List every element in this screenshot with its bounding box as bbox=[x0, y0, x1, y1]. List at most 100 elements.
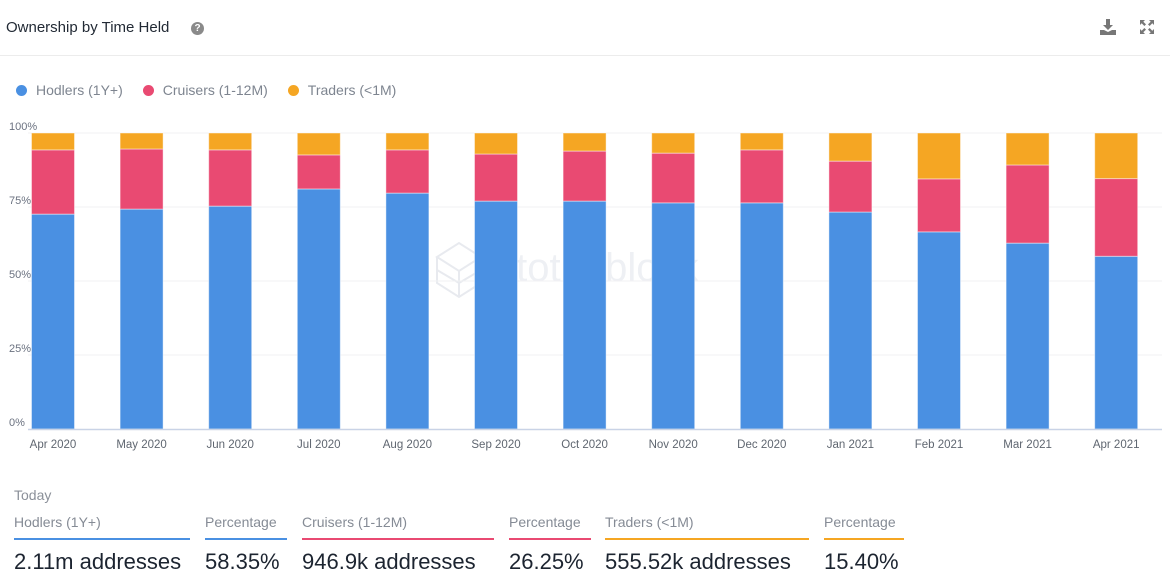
bar-segment-cruisers[interactable] bbox=[1094, 178, 1139, 257]
bar-stack[interactable] bbox=[562, 132, 607, 430]
y-tick-label: 0% bbox=[9, 417, 25, 429]
bar-stack[interactable] bbox=[385, 132, 430, 430]
bar-stack[interactable] bbox=[119, 132, 164, 430]
x-tick-label: May 2020 bbox=[116, 439, 167, 451]
stat-label: Traders (<1M) bbox=[605, 514, 694, 530]
stat-underline bbox=[509, 538, 591, 540]
x-tick-label: Oct 2020 bbox=[561, 439, 608, 451]
x-tick-label: Dec 2020 bbox=[737, 439, 786, 451]
bar-segment-traders[interactable] bbox=[119, 132, 164, 150]
bar-segment-cruisers[interactable] bbox=[31, 149, 75, 215]
legend-item-hodlers[interactable]: Hodlers (1Y+) bbox=[16, 82, 123, 98]
bar-segment-hodlers[interactable] bbox=[1094, 255, 1139, 430]
bar-stack[interactable] bbox=[1005, 132, 1050, 430]
stat-value: 58.35% bbox=[205, 549, 280, 574]
bar-segment-traders[interactable] bbox=[1005, 132, 1050, 166]
bar-stack[interactable] bbox=[1094, 132, 1139, 430]
stacked-bar-chart: intotheblock 0%25%50%75%100%Apr 2020May … bbox=[9, 121, 1162, 451]
widget-header: Ownership by Time Held ? bbox=[0, 0, 1170, 56]
stat-value: 2.11m addresses bbox=[14, 549, 182, 574]
bar-segment-hodlers[interactable] bbox=[31, 213, 75, 430]
bar-stack[interactable] bbox=[296, 132, 341, 430]
stat-underline bbox=[302, 538, 494, 540]
stat-value: 26.25% bbox=[509, 549, 584, 574]
stat-traders: Traders (<1M) 555.52k addresses bbox=[605, 514, 809, 575]
bar-stack[interactable] bbox=[739, 132, 784, 430]
stat-hodlers: Hodlers (1Y+) 2.11m addresses bbox=[14, 514, 190, 575]
x-tick-label: Mar 2021 bbox=[1003, 439, 1052, 451]
bar-segment-traders[interactable] bbox=[739, 132, 784, 151]
stat-label: Percentage bbox=[509, 514, 581, 530]
bar-segment-cruisers[interactable] bbox=[474, 153, 518, 202]
bar-segment-traders[interactable] bbox=[385, 132, 430, 151]
stat-underline bbox=[605, 538, 809, 540]
stat-underline bbox=[205, 538, 287, 540]
legend-item-traders[interactable]: Traders (<1M) bbox=[287, 82, 396, 98]
stat-traders-percentage: Percentage 15.40% bbox=[824, 514, 904, 575]
bar-segment-traders[interactable] bbox=[296, 132, 341, 156]
bar-segment-hodlers[interactable] bbox=[651, 202, 696, 430]
bar-segment-cruisers[interactable] bbox=[917, 178, 961, 233]
bar-stack[interactable] bbox=[828, 132, 873, 430]
x-tick-label: Jan 2021 bbox=[827, 439, 874, 451]
bar-segment-traders[interactable] bbox=[828, 132, 873, 162]
bar-segment-cruisers[interactable] bbox=[1005, 164, 1050, 244]
bar-stack[interactable] bbox=[208, 132, 253, 430]
download-icon[interactable] bbox=[1099, 18, 1117, 36]
bar-segment-hodlers[interactable] bbox=[828, 211, 873, 430]
bar-segment-cruisers[interactable] bbox=[119, 148, 164, 210]
stat-underline bbox=[14, 538, 190, 540]
bar-segment-hodlers[interactable] bbox=[119, 208, 164, 430]
bar-stack[interactable] bbox=[31, 132, 75, 430]
stat-label: Hodlers (1Y+) bbox=[14, 514, 101, 530]
bar-segment-cruisers[interactable] bbox=[208, 149, 253, 207]
bar-segment-hodlers[interactable] bbox=[1005, 242, 1050, 430]
bar-segment-hodlers[interactable] bbox=[562, 200, 607, 430]
x-tick-label: Feb 2021 bbox=[915, 439, 964, 451]
x-tick-label: Sep 2020 bbox=[471, 439, 520, 451]
bar-segment-hodlers[interactable] bbox=[385, 192, 430, 430]
bar-segment-hodlers[interactable] bbox=[917, 231, 961, 430]
y-tick-label: 25% bbox=[9, 343, 31, 355]
stat-value: 15.40% bbox=[824, 549, 899, 574]
legend-label: Cruisers (1-12M) bbox=[162, 82, 268, 98]
bar-segment-cruisers[interactable] bbox=[385, 149, 430, 194]
bar-segment-traders[interactable] bbox=[917, 132, 961, 180]
bar-segment-traders[interactable] bbox=[562, 132, 607, 152]
x-tick-label: Apr 2020 bbox=[30, 439, 77, 451]
bar-segment-hodlers[interactable] bbox=[208, 205, 253, 430]
expand-icon[interactable] bbox=[1139, 19, 1155, 35]
bar-segment-traders[interactable] bbox=[651, 132, 696, 154]
bar-segment-traders[interactable] bbox=[474, 132, 518, 155]
bar-segment-cruisers[interactable] bbox=[739, 149, 784, 204]
bar-segment-cruisers[interactable] bbox=[651, 152, 696, 204]
bar-stack[interactable] bbox=[474, 132, 518, 430]
stat-hodlers-percentage: Percentage 58.35% bbox=[205, 514, 287, 575]
today-label: Today bbox=[14, 487, 52, 503]
stat-cruisers: Cruisers (1-12M) 946.9k addresses bbox=[302, 514, 494, 575]
bar-segment-hodlers[interactable] bbox=[296, 188, 341, 430]
bar-segment-traders[interactable] bbox=[208, 132, 253, 151]
x-tick-label: Aug 2020 bbox=[383, 439, 432, 451]
bar-segment-cruisers[interactable] bbox=[562, 150, 607, 202]
legend-dot-icon bbox=[287, 84, 299, 96]
bar-segment-hodlers[interactable] bbox=[474, 200, 518, 430]
bar-stack[interactable] bbox=[917, 132, 961, 430]
stat-underline bbox=[824, 538, 904, 540]
x-tick-label: Nov 2020 bbox=[649, 439, 698, 451]
question-circle-icon[interactable]: ? bbox=[191, 22, 204, 35]
x-tick-label: Jun 2020 bbox=[207, 439, 254, 451]
legend-item-cruisers[interactable]: Cruisers (1-12M) bbox=[142, 82, 268, 98]
bar-stack[interactable] bbox=[651, 132, 696, 430]
stat-value: 555.52k addresses bbox=[605, 549, 791, 574]
bar-segment-cruisers[interactable] bbox=[296, 154, 341, 190]
bar-segment-traders[interactable] bbox=[31, 132, 75, 151]
y-tick-label: 50% bbox=[9, 269, 31, 281]
legend-dot-icon bbox=[16, 84, 27, 96]
x-tick-label: Apr 2021 bbox=[1093, 439, 1140, 451]
bar-segment-hodlers[interactable] bbox=[739, 202, 784, 430]
stat-cruisers-percentage: Percentage 26.25% bbox=[509, 514, 591, 575]
bar-segment-cruisers[interactable] bbox=[828, 160, 873, 213]
stat-label: Cruisers (1-12M) bbox=[302, 514, 408, 530]
bar-segment-traders[interactable] bbox=[1094, 132, 1139, 180]
